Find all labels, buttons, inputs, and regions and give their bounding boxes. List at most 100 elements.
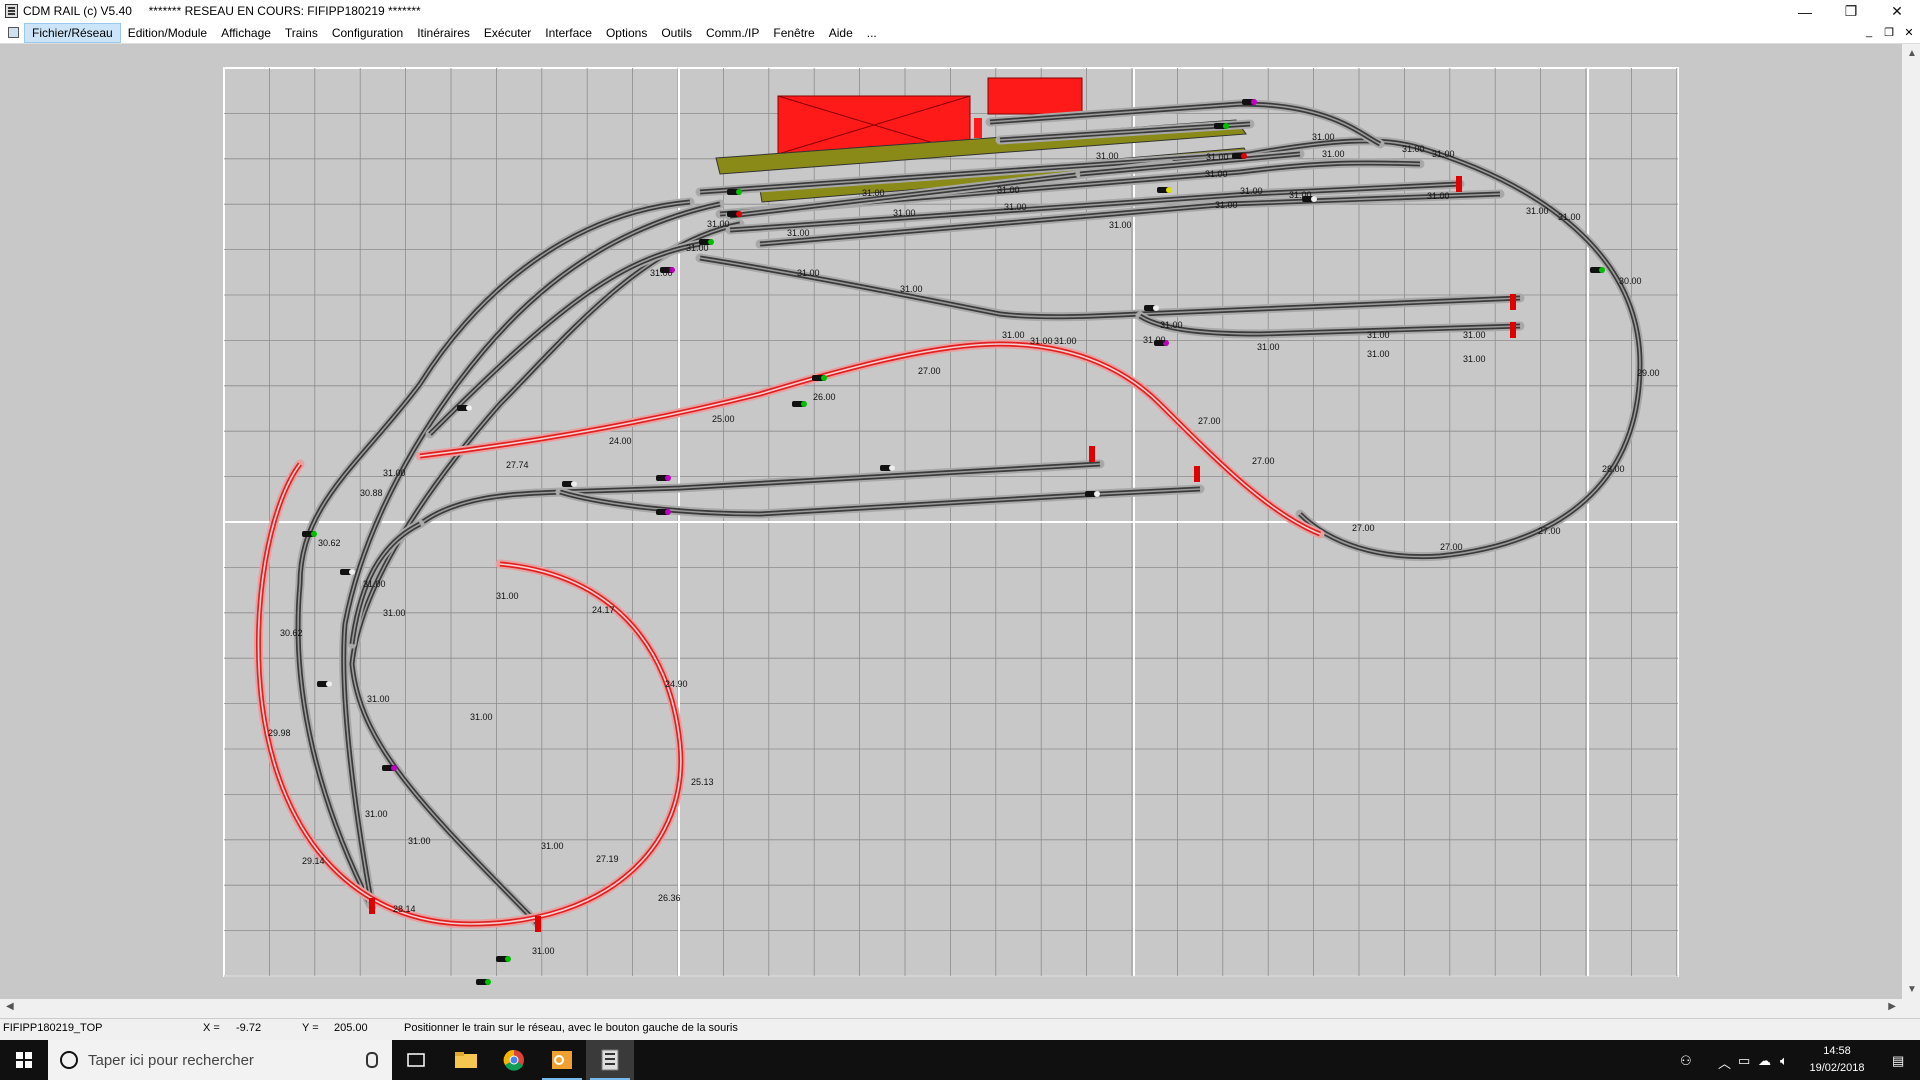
status-x-label: X = [203, 1022, 220, 1034]
layout-canvas[interactable]: 31.00 30.88 30.62 30.62 29.98 29.14 28.14 31.00… [0, 44, 1902, 999]
signal-lamp-icon [1094, 491, 1100, 497]
height-label: 31.00 [650, 268, 673, 278]
signal-lamp-icon [1599, 267, 1605, 273]
app-icon[interactable] [5, 4, 18, 18]
signal-lamp-icon [1241, 153, 1247, 159]
signal-lamp-icon [1223, 123, 1229, 129]
menu-item[interactable]: Options [599, 23, 654, 43]
height-label: 31.00 [1160, 320, 1183, 330]
height-label: 28.00 [1602, 464, 1625, 474]
status-message: Positionner le train sur le réseau, avec… [404, 1022, 738, 1034]
height-label: 31.00 [1096, 151, 1119, 161]
height-label: 31.00 [1526, 206, 1549, 216]
height-label: 31.00 [541, 841, 564, 851]
chevron-up-icon[interactable]: ︿ [1718, 1053, 1731, 1072]
menu-item[interactable]: Outils [654, 23, 699, 43]
signal-lamp-icon [571, 481, 577, 487]
close-button[interactable]: ✕ [1874, 0, 1920, 23]
scroll-left-icon[interactable]: ◀ [6, 1001, 14, 1012]
height-label: 31.00 [1030, 336, 1053, 346]
scroll-down-icon[interactable]: ▼ [1907, 984, 1917, 995]
minimize-icon: — [1798, 3, 1812, 20]
horizontal-scrollbar[interactable]: ◀ ▶ [0, 999, 1902, 1016]
people-icon[interactable]: ⚇ [1680, 1053, 1692, 1069]
start-button[interactable] [0, 1040, 48, 1080]
menu-item[interactable]: Interface [538, 23, 599, 43]
network-icon[interactable]: ▭ [1738, 1053, 1750, 1069]
height-label: 26.36 [658, 893, 681, 903]
signal-lamp-icon [736, 189, 742, 195]
track-layout-drawing[interactable]: 31.00 30.88 30.62 30.62 29.98 29.14 28.14 31.00… [0, 44, 1902, 999]
height-label: 31.00 [1367, 330, 1390, 340]
menu-item[interactable]: Fichier/Réseau [24, 23, 121, 43]
taskbar: Taper ici pour rechercher ⚇ ︿ ▭ ☁ 🔈︎ 14:… [0, 1040, 1920, 1080]
child-restore-button[interactable]: ❐ [1882, 25, 1896, 39]
menu-item[interactable]: Comm./IP [699, 23, 766, 43]
minimize-button[interactable]: — [1782, 0, 1828, 23]
volume-icon[interactable]: 🔈︎ [1780, 1053, 1788, 1069]
menu-item[interactable]: Fenêtre [766, 23, 821, 43]
buffer-stop [1194, 466, 1200, 482]
menu-item[interactable]: Exécuter [477, 23, 538, 43]
height-label: 31.00 [1463, 354, 1486, 364]
signal-lamp-icon [1251, 99, 1257, 105]
buffer-stop [1510, 322, 1516, 338]
outlook-button[interactable] [538, 1040, 586, 1080]
height-label: 31.00 [1054, 336, 1077, 346]
menu-item[interactable]: Affichage [214, 23, 278, 43]
height-label: 27.00 [918, 366, 941, 376]
taskbar-clock[interactable]: 14:58 19/02/2018 [1802, 1043, 1872, 1077]
height-label: 29.98 [268, 728, 291, 738]
menu-item[interactable]: Aide [822, 23, 860, 43]
height-label: 31.00 [686, 243, 709, 253]
title-bar: CDM RAIL (c) V5.40 ******* RESEAU EN COU… [0, 0, 1920, 23]
restore-button[interactable]: ❐ [1828, 0, 1874, 23]
menu-item[interactable]: Trains [278, 23, 325, 43]
clock-date: 19/02/2018 [1809, 1062, 1865, 1074]
child-close-button[interactable]: ✕ [1902, 25, 1916, 39]
height-label: 31.00 [1215, 200, 1238, 210]
height-label: 31.00 [787, 228, 810, 238]
small-building [974, 118, 982, 138]
signal-lamp-icon [1166, 187, 1172, 193]
windows-icon [16, 1052, 32, 1068]
menu-item[interactable]: ... [860, 23, 884, 43]
height-label: 31.00 [408, 836, 431, 846]
menu-item[interactable]: Edition/Module [121, 23, 214, 43]
outlook-icon [552, 1051, 572, 1069]
signal-lamp-icon [391, 765, 397, 771]
scroll-up-icon[interactable]: ▲ [1907, 48, 1917, 59]
chrome-icon [503, 1049, 524, 1071]
chrome-button[interactable] [490, 1040, 538, 1080]
buffer-stop [369, 898, 375, 914]
height-label: 30.88 [360, 488, 383, 498]
status-y-label: Y = [302, 1022, 319, 1034]
height-label: 31.00 [862, 188, 885, 198]
height-label: 30.62 [280, 628, 303, 638]
child-minimize-button[interactable]: _ [1862, 25, 1876, 39]
height-label: 31.00 [365, 809, 388, 819]
status-y-value: 205.00 [334, 1022, 368, 1034]
menu-item[interactable]: Configuration [325, 23, 410, 43]
height-label: 24.90 [665, 679, 688, 689]
height-label: 31.00 [1432, 149, 1455, 159]
height-label: 31.00 [363, 579, 386, 589]
signal-lamp-icon [821, 375, 827, 381]
taskbar-search[interactable]: Taper ici pour rechercher [48, 1040, 392, 1080]
document-icon[interactable] [8, 27, 19, 38]
signal-lamp-icon [889, 465, 895, 471]
signal-lamp-icon [349, 569, 355, 575]
file-explorer-button[interactable] [442, 1040, 490, 1080]
scroll-right-icon[interactable]: ▶ [1888, 1001, 1896, 1012]
cloud-icon[interactable]: ☁ [1758, 1053, 1771, 1069]
height-label: 31.00 [1558, 212, 1581, 222]
task-view-button[interactable] [392, 1040, 440, 1080]
menu-item[interactable]: Itinéraires [410, 23, 477, 43]
height-label: 31.00 [1322, 149, 1345, 159]
cdm-rail-button[interactable] [586, 1040, 634, 1080]
vertical-scrollbar[interactable]: ▲ ▼ [1902, 44, 1920, 999]
microphone-icon[interactable] [366, 1052, 378, 1068]
height-label: 31.00 [900, 284, 923, 294]
search-placeholder: Taper ici pour rechercher [88, 1052, 254, 1069]
notifications-icon[interactable]: ▤ [1892, 1053, 1904, 1069]
